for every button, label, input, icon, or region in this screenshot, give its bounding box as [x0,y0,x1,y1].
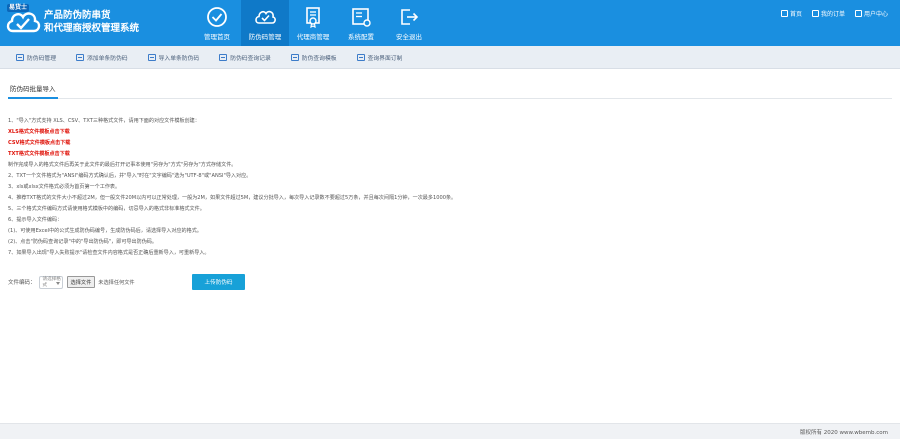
brand-title-line1: 产品防伪防串货 [44,10,111,21]
subnav-item-manage[interactable]: 防伪码管理 [16,46,56,68]
choose-file-button[interactable]: 选择文件 [66,276,96,288]
encoding-select[interactable]: 请选择格式 [38,275,63,289]
check-circle-icon [207,7,227,27]
header-bar: 易货士 产品防伪防串货 和代理商授权管理系统 管理首页 防伪码管理 代理商管理 … [0,0,900,46]
sub-nav: 防伪码管理 添加单条防伪码 导入单条防伪码 防伪码查询记录 防伪查询模板 查询界… [0,46,900,69]
import-icon [147,53,156,61]
customize-icon [356,53,365,61]
csv-template-download-link[interactable]: CSV格式文件模板点击下载 [8,138,892,149]
subnav-item-template[interactable]: 防伪查询模板 [290,46,337,68]
subnav-label: 防伪码查询记录 [230,55,271,62]
note-line: 5、三个格式文件编码方式请使用格式模板中的编码，切忌导入的格式非标准格式文件。 [8,206,205,212]
topnav-item-antifake[interactable]: 防伪码管理 [241,0,289,46]
user-center-label: 用户中心 [863,11,888,18]
main-content: 防伪码批量导入 1、"导入"方式支持 XLS、CSV、TXT三种格式文件，请用下… [8,76,892,290]
top-nav: 管理首页 防伪码管理 代理商管理 系统配置 安全退出 [193,0,433,46]
user-center-link[interactable]: 用户中心 [854,9,888,18]
subnav-label: 导入单条防伪码 [158,55,200,62]
cloud-logo-icon: 易货士 [4,3,42,41]
certificate-icon [306,7,320,28]
note-line: (1)、可使用Excel中的公式生成防伪码编号，生成防伪码后，请选择导入对应的格… [8,228,202,234]
user-icon [854,10,862,17]
brand-title-line2: 和代理商授权管理系统 [44,23,140,34]
upload-row: 文件编码： 请选择格式 选择文件 未选择任何文件 上传防伪码 [8,274,892,290]
tab-divider [8,98,892,99]
note-line: 1、"导入"方式支持 XLS、CSV、TXT三种格式文件，请用下面的对应文件模板… [8,118,200,124]
topnav-item-agent[interactable]: 代理商管理 [289,0,337,46]
xls-template-download-link[interactable]: XLS格式文件模板点击下载 [8,127,892,138]
subnav-item-customize[interactable]: 查询界面订制 [356,46,403,68]
orders-icon [811,10,819,17]
logo-tag: 易货士 [7,4,30,12]
note-line: 6、提示导入文件编码： [8,217,63,223]
list-icon [16,53,24,61]
topnav-item-system[interactable]: 系统配置 [337,0,385,46]
add-icon [76,53,84,61]
template-icon [290,53,299,61]
subnav-item-records[interactable]: 防伪码查询记录 [219,46,271,68]
encoding-label: 文件编码： [8,280,36,286]
app-root: 易货士 产品防伪防串货 和代理商授权管理系统 管理首页 防伪码管理 代理商管理 … [0,0,900,439]
note-line: (2)、点击"防伪码查询记录"中的"导出防伪码"，即可导出防伪码。 [8,239,158,245]
cloud-check-icon [255,10,276,24]
logout-icon [401,9,419,25]
footer: 版权所有 2020 www.wbemb.com [0,423,900,439]
topnav-label: 管理首页 [204,33,230,41]
txt-template-download-link[interactable]: TXT格式文件模板点击下载 [8,149,892,160]
orders-link-label: 我的订单 [820,11,845,18]
note-line: 3、xls或xlsx文件格式必须为首页第一个工作表。 [8,184,121,190]
note-line: 2、TXT一个文件格式为"ANSI"编码方式确认后，并"导入"时在"文字编码"选… [8,173,252,179]
topnav-item-logout[interactable]: 安全退出 [385,0,433,46]
subnav-label: 查询界面订制 [367,55,403,62]
note-line: 7、如果导入出现"导入失败提示"请检查文件内容格式是否正确后重新导入，可重新导入… [8,250,210,256]
home-link-label: 首页 [789,11,802,18]
topnav-label: 防伪码管理 [248,33,282,41]
brand-title: 产品防伪防串货 和代理商授权管理系统 [44,9,139,35]
instructions: 1、"导入"方式支持 XLS、CSV、TXT三种格式文件，请用下面的对应文件模板… [8,116,892,259]
subnav-item-add[interactable]: 添加单条防伪码 [76,46,128,68]
chevron-down-icon [55,281,60,285]
subnav-label: 防伪码管理 [27,55,56,62]
note-line: 4、推荐TXT格式的文件大小不超过2M，但一般文件20M以内可以正常处理，一般为… [8,195,457,201]
upload-button[interactable]: 上传防伪码 [192,274,245,290]
topnav-item-home[interactable]: 管理首页 [193,0,241,46]
orders-link[interactable]: 我的订单 [811,9,845,18]
system-config-icon [352,8,371,27]
subnav-item-import[interactable]: 导入单条防伪码 [147,46,200,68]
copyright: 版权所有 2020 www.wbemb.com [800,430,888,436]
subnav-label: 防伪查询模板 [301,55,337,62]
home-icon [780,10,788,17]
note-line: 制作完成导入的格式文件后再关于此文件的最后打开记事本使用"另存为"方式"另存为"… [8,162,237,168]
subnav-label: 添加单条防伪码 [87,55,128,62]
file-status: 未选择任何文件 [98,279,135,286]
tab-batch-import[interactable]: 防伪码批量导入 [8,78,58,99]
topnav-label: 代理商管理 [296,33,330,41]
topnav-label: 系统配置 [348,33,374,41]
top-links: 首页 我的订单 用户中心 [780,9,888,18]
record-icon [219,53,228,61]
topnav-label: 安全退出 [396,33,422,41]
home-link[interactable]: 首页 [780,9,802,18]
